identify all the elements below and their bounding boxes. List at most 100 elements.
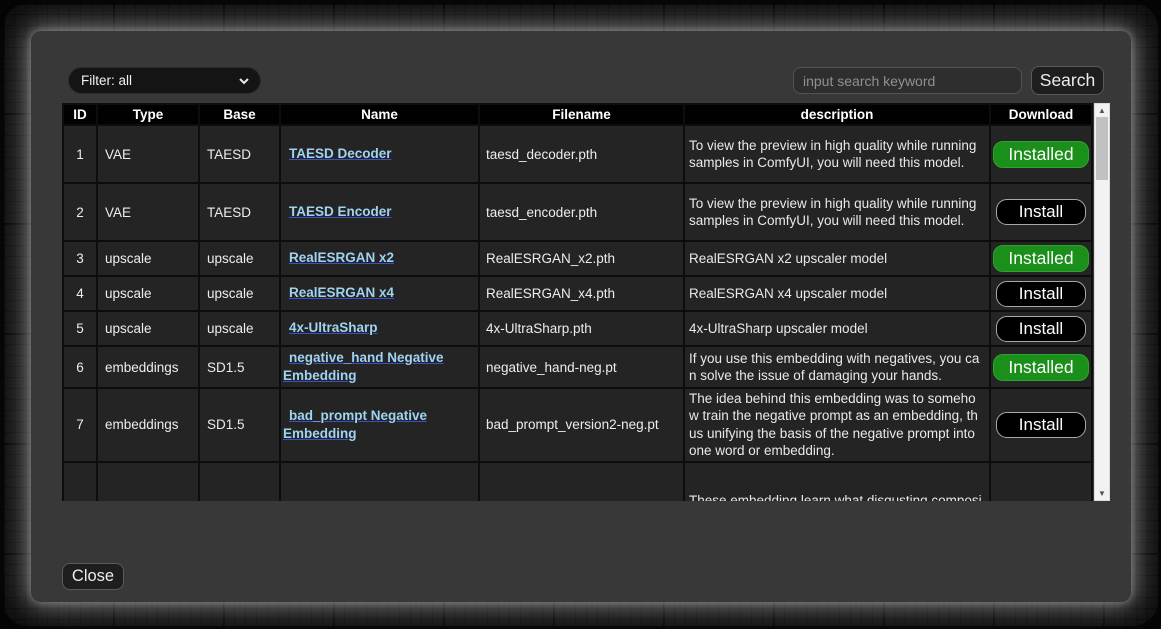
cell-base <box>199 462 280 501</box>
model-name-link[interactable]: TAESD Encoder <box>289 204 392 219</box>
cell-download: Install <box>990 183 1092 241</box>
cell-type: VAE <box>97 125 199 183</box>
cell-filename: bad_prompt_version2-neg.pt <box>479 388 684 462</box>
cell-type: VAE <box>97 183 199 241</box>
header-download: Download <box>990 104 1092 125</box>
cell-base: SD1.5 <box>199 346 280 388</box>
cell-download <box>990 462 1092 501</box>
header-description: description <box>684 104 990 125</box>
cell-id <box>63 462 97 501</box>
cell-type: upscale <box>97 276 199 311</box>
cell-filename: RealESRGAN_x4.pth <box>479 276 684 311</box>
filter-select-value: Filter: all <box>81 73 238 88</box>
header-base: Base <box>199 104 280 125</box>
model-name-link[interactable]: 4x-UltraSharp <box>289 320 378 335</box>
cell-base: TAESD <box>199 183 280 241</box>
cell-name: negative_hand Negative Embedding <box>280 346 479 388</box>
cell-download: Installed <box>990 241 1092 276</box>
cell-name: TAESD Encoder <box>280 183 479 241</box>
cell-filename: RealESRGAN_x2.pth <box>479 241 684 276</box>
cell-id: 4 <box>63 276 97 311</box>
cell-name: 4x-UltraSharp <box>280 311 479 346</box>
install-button[interactable]: Install <box>996 281 1086 307</box>
cell-download: Installed <box>990 125 1092 183</box>
cell-base: TAESD <box>199 125 280 183</box>
table-row: 1VAETAESD TAESD Decoder taesd_decoder.pthT… <box>63 125 1092 183</box>
header-type: Type <box>97 104 199 125</box>
model-name-link[interactable]: RealESRGAN x2 <box>289 250 394 265</box>
cell-filename: taesd_encoder.pth <box>479 183 684 241</box>
cell-id: 5 <box>63 311 97 346</box>
model-name-link[interactable]: TAESD Decoder <box>289 146 392 161</box>
cell-base: upscale <box>199 311 280 346</box>
installed-button[interactable]: Installed <box>993 141 1088 168</box>
cell-id: 6 <box>63 346 97 388</box>
cell-download: Install <box>990 388 1092 462</box>
cell-name <box>280 462 479 501</box>
header-filename: Filename <box>479 104 684 125</box>
model-table-container: ID Type Base Name Filename description D… <box>62 103 1110 501</box>
cell-filename: taesd_decoder.pth <box>479 125 684 183</box>
cell-base: SD1.5 <box>199 388 280 462</box>
install-button[interactable]: Install <box>996 412 1086 438</box>
cell-type: upscale <box>97 241 199 276</box>
close-button[interactable]: Close <box>62 563 124 590</box>
scrollbar-thumb[interactable] <box>1096 117 1108 180</box>
cell-base: upscale <box>199 241 280 276</box>
cell-type: embeddings <box>97 346 199 388</box>
cell-name: RealESRGAN x4 <box>280 276 479 311</box>
cell-filename: negative_hand-neg.pt <box>479 346 684 388</box>
cell-description: To view the preview in high quality whil… <box>684 183 990 241</box>
cell-description: The idea behind this embedding was to so… <box>684 388 990 462</box>
cell-description: RealESRGAN x4 upscaler model <box>684 276 990 311</box>
cell-id: 7 <box>63 388 97 462</box>
chevron-down-icon <box>238 75 250 87</box>
installed-button[interactable]: Installed <box>993 354 1088 381</box>
model-name-link[interactable]: RealESRGAN x4 <box>289 285 394 300</box>
header-name: Name <box>280 104 479 125</box>
cell-name: RealESRGAN x2 <box>280 241 479 276</box>
table-row: 5upscaleupscale4x-UltraSharp4x-UltraShar… <box>63 311 1092 346</box>
cell-description: If you use this embedding with negatives… <box>684 346 990 388</box>
table-row: These embedding learn what disgusting co… <box>63 462 1092 501</box>
cell-name: bad_prompt Negative Embedding <box>280 388 479 462</box>
model-name-link[interactable]: negative_hand Negative Embedding <box>283 350 444 383</box>
model-table-body: 1VAETAESDTAESD Decodertaesd_decoder.pthT… <box>63 125 1092 501</box>
cell-name: TAESD Decoder <box>280 125 479 183</box>
table-scrollbar[interactable]: ▲ ▼ <box>1094 103 1110 501</box>
cell-filename <box>479 462 684 501</box>
cell-type: embeddings <box>97 388 199 462</box>
cell-download: Installed <box>990 346 1092 388</box>
cell-id: 2 <box>63 183 97 241</box>
table-header-row: ID Type Base Name Filename description D… <box>63 104 1092 125</box>
cell-id: 1 <box>63 125 97 183</box>
cell-download: Install <box>990 276 1092 311</box>
cell-description: RealESRGAN x2 upscaler model <box>684 241 990 276</box>
scroll-up-icon[interactable]: ▲ <box>1095 104 1109 117</box>
install-button[interactable]: Install <box>996 316 1086 342</box>
cell-filename: 4x-UltraSharp.pth <box>479 311 684 346</box>
table-row: 6embeddingsSD1.5negative_hand Negative E… <box>63 346 1092 388</box>
filter-select[interactable]: Filter: all <box>68 67 261 94</box>
table-row: 2VAETAESD TAESD Encoder taesd_encoder.pthT… <box>63 183 1092 241</box>
cell-type: upscale <box>97 311 199 346</box>
search-input[interactable] <box>793 67 1022 94</box>
table-row: 4upscaleupscaleRealESRGAN x4RealESRGAN_x… <box>63 276 1092 311</box>
table-row: 3upscaleupscaleRealESRGAN x2RealESRGAN_x… <box>63 241 1092 276</box>
model-table: ID Type Base Name Filename description D… <box>62 103 1093 501</box>
cell-description: 4x-UltraSharp upscaler model <box>684 311 990 346</box>
installed-button[interactable]: Installed <box>993 245 1088 272</box>
search-button[interactable]: Search <box>1031 66 1104 95</box>
cell-download: Install <box>990 311 1092 346</box>
scroll-down-icon[interactable]: ▼ <box>1095 487 1109 500</box>
model-name-link[interactable]: bad_prompt Negative Embedding <box>283 408 427 441</box>
cell-description: These embedding learn what disgusting co… <box>684 462 990 501</box>
cell-type <box>97 462 199 501</box>
header-id: ID <box>63 104 97 125</box>
table-row: 7embeddingsSD1.5bad_prompt Negative Embe… <box>63 388 1092 462</box>
install-button[interactable]: Install <box>996 199 1086 225</box>
cell-base: upscale <box>199 276 280 311</box>
cell-description: To view the preview in high quality whil… <box>684 125 990 183</box>
install-models-dialog: Filter: all Search ID Type Base Name Fil… <box>31 31 1131 602</box>
cell-id: 3 <box>63 241 97 276</box>
